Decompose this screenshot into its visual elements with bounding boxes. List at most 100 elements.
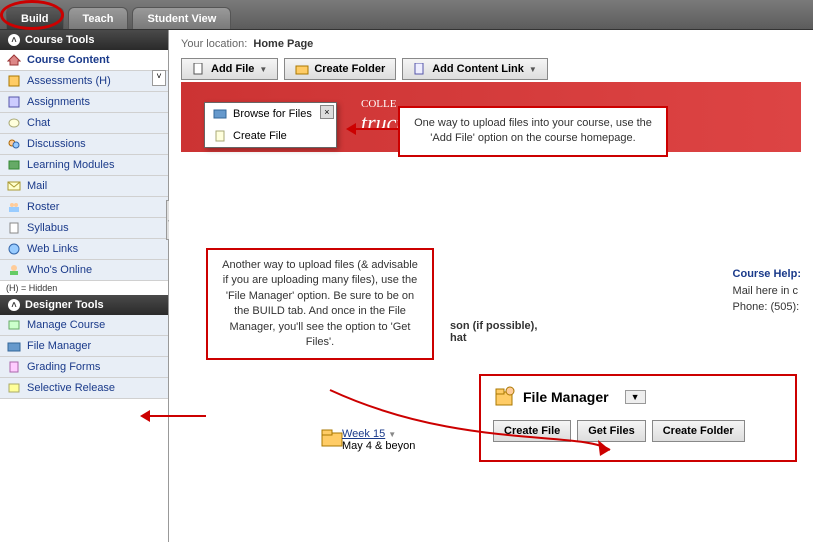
sidebar-item-label: Syllabus — [27, 222, 69, 234]
roster-icon — [6, 200, 22, 214]
assignment-icon — [6, 95, 22, 109]
add-file-label: Add File — [211, 63, 254, 75]
discussion-icon — [6, 137, 22, 151]
folder-icon — [295, 63, 309, 75]
sidebar-item-assignments[interactable]: Assignments — [0, 92, 168, 113]
syllabus-icon — [6, 221, 22, 235]
breadcrumb-prefix: Your location: — [181, 38, 247, 50]
sidebar-item-chat[interactable]: Chat — [0, 113, 168, 134]
link-icon — [413, 63, 427, 75]
tab-teach[interactable]: Teach — [68, 7, 129, 29]
course-tools-header[interactable]: ˄ Course Tools — [0, 30, 168, 50]
sidebar-item-mail[interactable]: Mail — [0, 176, 168, 197]
sidebar-item-selective-release[interactable]: Selective Release — [0, 378, 168, 399]
dropdown-item-label: Create File — [233, 130, 287, 142]
banner-fragment-1: COLLE — [361, 98, 396, 110]
designer-tools-label: Designer Tools — [25, 299, 104, 311]
sidebar-item-label: Selective Release — [27, 382, 115, 394]
file-icon — [192, 63, 206, 75]
dropdown-browse-for-files[interactable]: Browse for Files — [205, 103, 336, 125]
sidebar-item-whos-online[interactable]: Who's Online — [0, 260, 168, 281]
sidebar-item-learning-modules[interactable]: Learning Modules — [0, 155, 168, 176]
arrow-line — [148, 415, 206, 417]
sidebar-item-discussions[interactable]: Discussions — [0, 134, 168, 155]
sidebar-item-label: Web Links — [27, 243, 78, 255]
week-date: May 4 & beyon — [342, 440, 415, 452]
top-tab-bar: Build Teach Student View — [0, 0, 813, 30]
sidebar-item-label: Learning Modules — [27, 159, 114, 171]
sidebar-item-label: Who's Online — [27, 264, 92, 276]
hidden-legend: (H) = Hidden — [0, 281, 168, 295]
sidebar-item-assessments[interactable]: Assessments (H) — [0, 71, 168, 92]
designer-tools-header[interactable]: ˄ Designer Tools — [0, 295, 168, 315]
breadcrumb: Your location: Home Page — [181, 38, 801, 50]
file-manager-icon — [493, 386, 515, 408]
tab-build[interactable]: Build — [6, 7, 64, 29]
file-manager-icon — [6, 339, 22, 353]
manage-icon — [6, 318, 22, 332]
file-manager-panel: File Manager ▼ Create File Get Files Cre… — [479, 374, 797, 462]
chevron-down-icon[interactable]: ▼ — [388, 430, 396, 439]
sidebar-item-web-links[interactable]: Web Links — [0, 239, 168, 260]
collapse-icon: ˄ — [8, 34, 20, 46]
page-toolbar: Add File ▼ Create Folder Add Content Lin… — [181, 58, 801, 80]
chevron-down-icon: ▼ — [529, 65, 537, 74]
sidebar-item-syllabus[interactable]: Syllabus — [0, 218, 168, 239]
globe-icon — [6, 242, 22, 256]
sidebar-item-label: Assignments — [27, 96, 90, 108]
sidebar-item-label: File Manager — [27, 340, 91, 352]
arrow-line — [352, 128, 398, 130]
week-link[interactable]: Week 15 — [342, 428, 385, 440]
callout-add-file-tip: One way to upload files into your course… — [398, 106, 668, 157]
callout-file-manager-tip: Another way to upload files (& advisable… — [206, 248, 434, 360]
browse-icon — [213, 108, 227, 120]
course-help-label: Course Help: — [733, 268, 801, 280]
sidebar-item-grading-forms[interactable]: Grading Forms — [0, 357, 168, 378]
add-content-link-button[interactable]: Add Content Link ▼ — [402, 58, 548, 80]
course-content-expand-toggle[interactable]: ˅ — [152, 70, 166, 86]
add-content-link-label: Add Content Link — [432, 63, 524, 75]
sidebar-item-file-manager[interactable]: File Manager — [0, 336, 168, 357]
week-row: Week 15 ▼ May 4 & beyon — [320, 428, 415, 452]
fm-get-files-button[interactable]: Get Files — [577, 420, 645, 442]
course-help-phone: Phone: (505): — [733, 301, 800, 313]
create-folder-button[interactable]: Create Folder — [284, 58, 396, 80]
sidebar-item-label: Chat — [27, 117, 50, 129]
dropdown-item-label: Browse for Files — [233, 108, 312, 120]
create-folder-label: Create Folder — [314, 63, 385, 75]
course-help-block: Course Help: Mail here in c Phone: (505)… — [733, 266, 801, 316]
folder-icon — [320, 428, 334, 440]
collapse-icon: ˄ — [8, 299, 20, 311]
partial-text-line2: hat — [450, 332, 467, 344]
arrow-head-icon — [140, 410, 150, 422]
home-icon — [6, 53, 22, 67]
sidebar-item-course-content[interactable]: Course Content — [0, 50, 168, 71]
sidebar-item-label: Roster — [27, 201, 59, 213]
create-file-icon — [213, 130, 227, 142]
file-manager-menu-toggle[interactable]: ▼ — [625, 390, 646, 404]
dropdown-create-file[interactable]: Create File — [205, 125, 336, 147]
tab-student-view[interactable]: Student View — [132, 7, 231, 29]
grading-icon — [6, 360, 22, 374]
file-manager-actions: Create File Get Files Create Folder — [493, 420, 783, 442]
sidebar-item-manage-course[interactable]: Manage Course — [0, 315, 168, 336]
course-tools-label: Course Tools — [25, 34, 94, 46]
fm-create-file-button[interactable]: Create File — [493, 420, 571, 442]
file-manager-title: File Manager — [523, 389, 609, 405]
chat-icon — [6, 116, 22, 130]
sidebar-item-label: Mail — [27, 180, 47, 192]
chevron-down-icon: ▼ — [259, 65, 267, 74]
assessment-icon — [6, 74, 22, 88]
sidebar: ˄ Course Tools Course Content ˅ Assessme… — [0, 30, 169, 542]
sidebar-item-roster[interactable]: Roster — [0, 197, 168, 218]
add-file-dropdown: × Browse for Files Create File — [204, 102, 337, 148]
add-file-button[interactable]: Add File ▼ — [181, 58, 278, 80]
close-icon[interactable]: × — [320, 105, 334, 119]
sidebar-item-label: Manage Course — [27, 319, 105, 331]
mail-icon — [6, 179, 22, 193]
fm-create-folder-button[interactable]: Create Folder — [652, 420, 745, 442]
partial-text-block: son (if possible), hat — [450, 320, 537, 344]
online-icon — [6, 263, 22, 277]
arrow-head-icon — [346, 123, 356, 135]
sidebar-item-label: Course Content — [27, 54, 110, 66]
